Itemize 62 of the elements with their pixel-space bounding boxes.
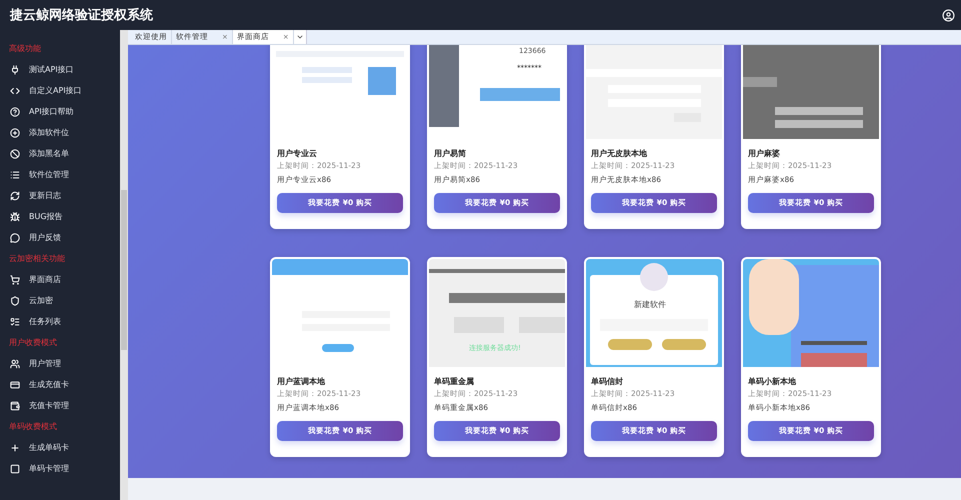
sidebar-item[interactable]: 自定义API接口 [29, 85, 82, 96]
sidebar-item[interactable]: 添加软件位 [29, 127, 69, 138]
login-block [368, 67, 396, 95]
tab-menu-button[interactable] [294, 30, 307, 44]
sidebar-item[interactable]: 用户管理 [29, 358, 61, 369]
bug-icon [10, 212, 20, 222]
sidebar-item[interactable]: 用户反馈 [29, 232, 61, 243]
chat-icon [10, 232, 20, 242]
cart-icon [10, 274, 20, 284]
login-block [322, 344, 354, 352]
sidebar-item[interactable]: BUG报告 [29, 211, 63, 222]
plug-icon [10, 64, 20, 74]
card-icon [10, 380, 20, 390]
sidebar-item[interactable]: 单码卡管理 [29, 463, 69, 474]
sidebar-item[interactable]: 任务列表 [29, 316, 61, 327]
sidebar-item[interactable]: 添加黑名单 [29, 148, 69, 159]
sidebar-item[interactable]: 充值卡管理 [29, 400, 69, 411]
product-name: 用户无皮肤本地 [591, 148, 648, 159]
plus-icon [10, 442, 20, 452]
input-field [302, 77, 352, 83]
login-block [608, 339, 652, 350]
users-icon [10, 358, 20, 368]
product-name: 用户蓝调本地 [277, 376, 326, 387]
login-block [801, 353, 867, 367]
key-block [519, 317, 565, 333]
refresh-icon [10, 190, 20, 200]
shield-icon [10, 296, 20, 306]
sidebar-item[interactable]: 云加密 [29, 295, 53, 306]
code-icon [10, 86, 20, 96]
sidebar-item[interactable]: API接口帮助 [29, 106, 74, 117]
help-icon [10, 106, 20, 116]
product-name: 用户易简 [434, 148, 467, 159]
app-title: 捷云鲸网络验证授权系统 [10, 6, 153, 24]
caret-icon [296, 33, 304, 41]
register-block [662, 339, 706, 350]
product-name: 用户专业云 [277, 148, 318, 159]
plus-circle-icon [10, 128, 20, 138]
input-field [302, 67, 352, 73]
product-name: 单码信封 [591, 376, 624, 387]
user-icon[interactable] [942, 8, 955, 22]
square-icon [10, 464, 20, 474]
sidebar-item[interactable]: 生成单码卡 [29, 442, 69, 453]
sidebar-item[interactable]: 软件位管理 [29, 169, 69, 180]
task-list-icon [10, 316, 20, 326]
scrollbar[interactable] [120, 30, 128, 500]
avatar-circle [640, 263, 668, 291]
sidebar-section-title: 用户收费模式 [8, 337, 58, 349]
sidebar-item[interactable]: 更新日志 [29, 190, 61, 201]
product-name: 单码重金属 [434, 376, 475, 387]
sidebar-section-title: 单码收费模式 [8, 421, 58, 433]
sidebar-item[interactable]: 界面商店 [29, 274, 61, 285]
list-icon [10, 170, 20, 180]
sidebar-section-title: 高级功能 [8, 43, 42, 55]
product-name: 用户麻婆 [748, 148, 781, 159]
sidebar-item[interactable]: 生成充值卡 [29, 379, 69, 390]
sidebar-item[interactable]: 测试API接口 [29, 64, 74, 75]
wallet-icon [10, 400, 20, 410]
scrollbar-thumb[interactable] [121, 190, 127, 350]
ban-icon [10, 148, 20, 158]
sidebar-section-title: 云加密相关功能 [8, 253, 66, 265]
dialog-title: 新建软件 [634, 299, 666, 310]
product-name: 单码小新本地 [748, 376, 797, 387]
